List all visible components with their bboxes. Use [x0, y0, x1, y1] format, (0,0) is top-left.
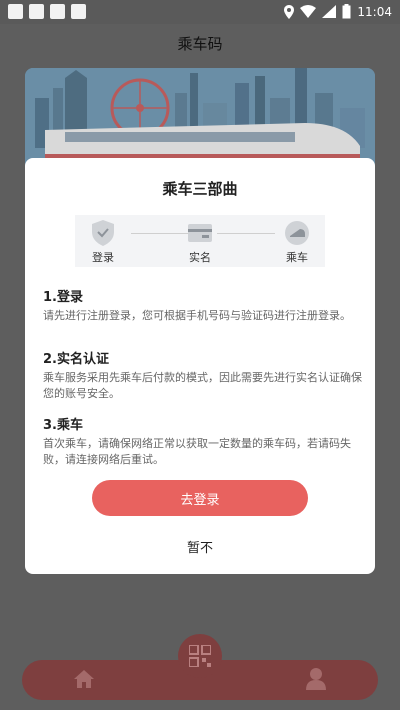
id-card-icon: [188, 224, 212, 242]
wifi-icon: [300, 5, 317, 18]
steps-indicator: 登录 实名 乘车: [75, 215, 325, 267]
signal-icon: [322, 5, 337, 18]
login-button[interactable]: 去登录: [92, 480, 308, 516]
section-text: 首次乘车，请确保网络正常以获取一定数量的乘车码，若请码失败，请连接网络后重试。: [43, 437, 351, 466]
page-title: 乘车码: [177, 35, 223, 53]
step-label: 登录: [92, 251, 114, 264]
step-label: 实名: [189, 251, 211, 264]
notification-icon: [29, 4, 44, 19]
notification-icon: [71, 4, 86, 19]
home-icon[interactable]: [74, 670, 94, 688]
section-title: 3.乘车: [43, 418, 83, 433]
location-icon: [284, 4, 295, 19]
notification-icon: [50, 4, 65, 19]
step-login: 登录: [75, 219, 131, 265]
dialog-title: 乘车三部曲: [162, 180, 238, 198]
clock-time: 11:04: [357, 4, 392, 19]
notification-icon: [8, 4, 23, 19]
section-text: 请先进行注册登录，您可根据手机号码与验证码进行注册登录。: [43, 309, 351, 322]
section-title: 2.实名认证: [43, 352, 109, 367]
battery-icon: [342, 4, 351, 19]
section-title: 1.登录: [43, 290, 83, 305]
status-bar: 11:04: [0, 0, 400, 24]
step-ride: 乘车: [269, 219, 325, 265]
section-text: 乘车服务采用先乘车后付款的模式，因此需要先进行实名认证确保您的账号安全。: [43, 371, 362, 400]
train-icon: [285, 221, 309, 245]
qr-code-button[interactable]: [178, 634, 222, 678]
not-now-button[interactable]: 暂不: [150, 534, 250, 558]
shield-check-icon: [92, 220, 114, 246]
notification-icons: [8, 4, 86, 19]
step-realname: 实名: [172, 219, 228, 265]
qr-code-icon: [189, 645, 211, 667]
onboarding-dialog: 乘车三部曲 登录 实名 乘车 1.登录 请先进行注册登录，您可根据手机号码与验证…: [25, 158, 375, 574]
user-icon[interactable]: [306, 668, 326, 690]
city-banner-image: [25, 68, 375, 168]
step-label: 乘车: [286, 251, 308, 264]
